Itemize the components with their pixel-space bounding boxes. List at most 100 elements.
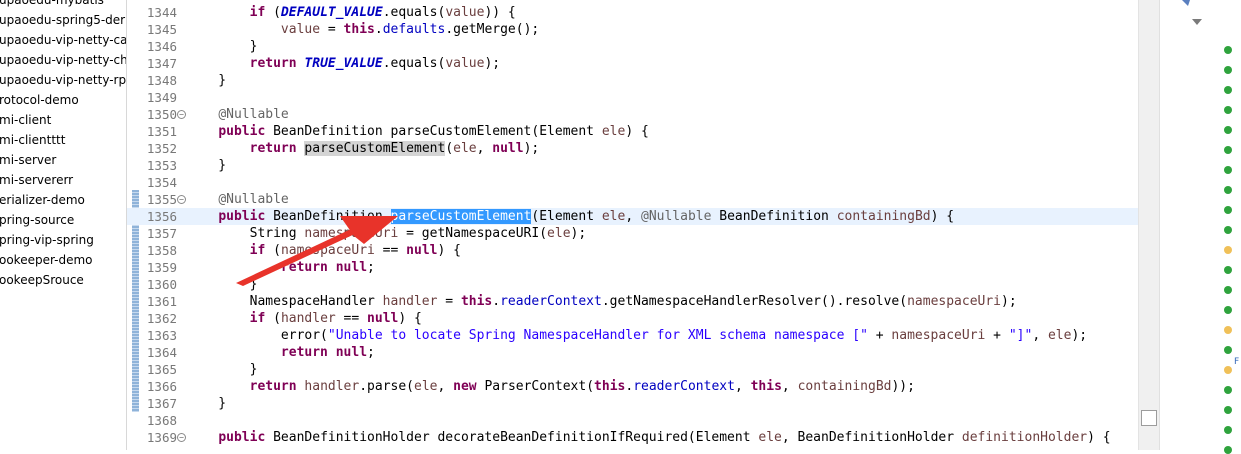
code-editor[interactable]: 1344 if (DEFAULT_VALUE.equals(value)) {1… bbox=[127, 0, 1138, 450]
code-text: } bbox=[187, 158, 227, 173]
line-number: 1355 bbox=[146, 192, 177, 207]
method-marker-icon[interactable] bbox=[1224, 206, 1232, 214]
method-marker-icon[interactable] bbox=[1224, 146, 1232, 154]
scrollbar-thumb[interactable] bbox=[1141, 410, 1157, 426]
code-line[interactable]: 1362 if (handler == null) { bbox=[127, 310, 1138, 327]
method-marker-icon[interactable] bbox=[1224, 426, 1232, 434]
project-item[interactable]: mi-servererr bbox=[0, 170, 73, 190]
code-line[interactable]: 1344 if (DEFAULT_VALUE.equals(value)) { bbox=[127, 4, 1138, 21]
project-item[interactable]: mi-server bbox=[0, 150, 56, 170]
project-item[interactable]: upaoedu-vip-netty-ca bbox=[0, 30, 126, 50]
method-marker-icon[interactable] bbox=[1224, 446, 1232, 454]
code-line[interactable]: 1367 } bbox=[127, 395, 1138, 412]
method-marker-icon[interactable] bbox=[1224, 66, 1232, 74]
code-line[interactable]: 1361 NamespaceHandler handler = this.rea… bbox=[127, 293, 1138, 310]
code-text: } bbox=[187, 396, 227, 411]
line-number: 1345 bbox=[146, 22, 177, 37]
code-text: return null; bbox=[280, 260, 375, 275]
line-number: 1352 bbox=[146, 141, 177, 156]
marked-occurrence: parseCustomElement bbox=[304, 141, 446, 156]
fold-toggle-icon[interactable]: − bbox=[177, 433, 186, 442]
code-line[interactable]: 1345 value = this.defaults.getMerge(); bbox=[127, 21, 1138, 38]
project-item[interactable]: upaoedu-spring5-der bbox=[0, 10, 125, 30]
fold-toggle-icon[interactable]: − bbox=[177, 195, 186, 204]
line-number: 1358 bbox=[146, 243, 177, 258]
code-line[interactable]: 1357 String namespaceUri = getNamespaceU… bbox=[127, 225, 1138, 242]
code-text: return handler.parse(ele, new ParserCont… bbox=[249, 379, 915, 394]
code-line[interactable]: 1360 } bbox=[127, 276, 1138, 293]
code-text: } bbox=[187, 362, 258, 377]
code-line[interactable]: 1348 } bbox=[127, 72, 1138, 89]
line-number: 1360 bbox=[146, 277, 177, 292]
code-line[interactable]: 1363 error("Unable to locate Spring Name… bbox=[127, 327, 1138, 344]
outline-label: F bbox=[1234, 357, 1240, 367]
code-line[interactable]: 1346 } bbox=[127, 38, 1138, 55]
project-item[interactable]: rotocol-demo bbox=[0, 90, 79, 110]
line-number: 1369 bbox=[146, 430, 177, 445]
code-line[interactable]: 1368 bbox=[127, 412, 1138, 429]
project-item[interactable]: ookeepSrouce bbox=[0, 270, 84, 290]
code-line[interactable]: 1364 return null; bbox=[127, 344, 1138, 361]
method-marker-icon[interactable] bbox=[1224, 166, 1232, 174]
method-marker-icon[interactable] bbox=[1224, 106, 1232, 114]
selected-occurrence[interactable]: parseCustomElement bbox=[390, 209, 532, 224]
code-text: if (handler == null) { bbox=[249, 311, 422, 326]
warning-marker-icon[interactable] bbox=[1224, 246, 1232, 254]
code-line[interactable]: 1352 return parseCustomElement(ele, null… bbox=[127, 140, 1138, 157]
code-text: public BeanDefinitionHolder decorateBean… bbox=[218, 430, 1111, 445]
line-number: 1356 bbox=[146, 209, 177, 224]
project-item[interactable]: upaoedu-mybatis bbox=[0, 0, 104, 10]
project-item[interactable]: pring-source bbox=[0, 210, 74, 230]
code-text: if (namespaceUri == null) { bbox=[249, 243, 461, 258]
project-item[interactable]: pring-vip-spring bbox=[0, 230, 94, 250]
method-marker-icon[interactable] bbox=[1224, 266, 1232, 274]
method-marker-icon[interactable] bbox=[1224, 186, 1232, 194]
fold-toggle-icon[interactable]: − bbox=[177, 110, 186, 119]
method-marker-icon[interactable] bbox=[1224, 406, 1232, 414]
code-line[interactable]: 1354 bbox=[127, 174, 1138, 191]
code-text: return parseCustomElement(ele, null); bbox=[249, 141, 540, 156]
code-text: return TRUE_VALUE.equals(value); bbox=[249, 56, 501, 71]
code-line[interactable]: 1359 return null; bbox=[127, 259, 1138, 276]
method-marker-icon[interactable] bbox=[1224, 86, 1232, 94]
line-number: 1359 bbox=[146, 260, 177, 275]
line-number: 1363 bbox=[146, 328, 177, 343]
code-line[interactable]: 1353 } bbox=[127, 157, 1138, 174]
code-line[interactable]: 1351 public BeanDefinition parseCustomEl… bbox=[127, 123, 1138, 140]
code-text: @Nullable bbox=[218, 107, 289, 122]
line-number: 1367 bbox=[146, 396, 177, 411]
code-text: error("Unable to locate Spring Namespace… bbox=[187, 328, 1088, 343]
code-line[interactable]: 1350− @Nullable bbox=[127, 106, 1138, 123]
project-item[interactable]: erializer-demo bbox=[0, 190, 85, 210]
line-number: 1348 bbox=[146, 73, 177, 88]
code-text: String namespaceUri = getNamespaceURI(el… bbox=[187, 226, 587, 241]
warning-marker-icon[interactable] bbox=[1224, 366, 1232, 374]
method-marker-icon[interactable] bbox=[1224, 306, 1232, 314]
warning-marker-icon[interactable] bbox=[1224, 326, 1232, 334]
overview-ruler: F bbox=[1159, 0, 1241, 454]
code-line[interactable]: 1356 public BeanDefinition parseCustomEl… bbox=[127, 208, 1138, 225]
editor-vertical-scrollbar[interactable] bbox=[1138, 0, 1159, 450]
method-marker-icon[interactable] bbox=[1224, 46, 1232, 54]
code-line[interactable]: 1366 return handler.parse(ele, new Parse… bbox=[127, 378, 1138, 395]
project-item[interactable]: mi-clientttt bbox=[0, 130, 65, 150]
method-marker-icon[interactable] bbox=[1224, 226, 1232, 234]
code-line[interactable]: 1347 return TRUE_VALUE.equals(value); bbox=[127, 55, 1138, 72]
method-marker-icon[interactable] bbox=[1224, 386, 1232, 394]
method-marker-icon[interactable] bbox=[1224, 346, 1232, 354]
code-text: } bbox=[187, 73, 227, 88]
code-line[interactable]: 1365 } bbox=[127, 361, 1138, 378]
project-item[interactable]: upaoedu-vip-netty-ch bbox=[0, 50, 126, 70]
method-marker-icon[interactable] bbox=[1224, 286, 1232, 294]
pin-icon[interactable] bbox=[1180, 0, 1196, 8]
collapse-triangle-icon[interactable] bbox=[1192, 19, 1202, 25]
line-number: 1353 bbox=[146, 158, 177, 173]
method-marker-icon[interactable] bbox=[1224, 126, 1232, 134]
project-item[interactable]: upaoedu-vip-netty-rp bbox=[0, 70, 126, 90]
code-line[interactable]: 1355− @Nullable bbox=[127, 191, 1138, 208]
code-line[interactable]: 1358 if (namespaceUri == null) { bbox=[127, 242, 1138, 259]
project-item[interactable]: mi-client bbox=[0, 110, 51, 130]
project-item[interactable]: ookeeper-demo bbox=[0, 250, 93, 270]
code-line[interactable]: 1349 bbox=[127, 89, 1138, 106]
code-line[interactable]: 1369− public BeanDefinitionHolder decora… bbox=[127, 429, 1138, 446]
